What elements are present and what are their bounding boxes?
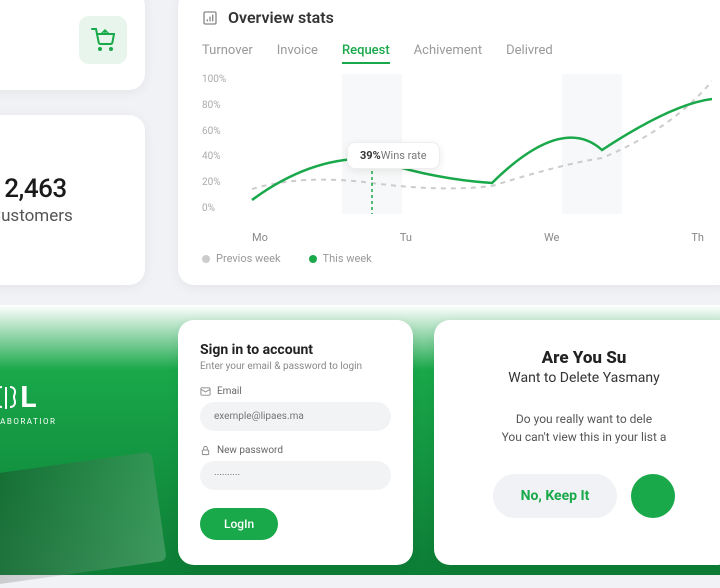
login-card: Sign in to account Enter your email & pa… (178, 320, 413, 565)
stat-card-total: 12,46 Total o (0, 0, 145, 90)
y-tick: 40% (202, 151, 226, 162)
x-tick: Tu (400, 231, 412, 244)
brand-area: H L TEM LABORATIOR (0, 380, 160, 426)
tab-invoice[interactable]: Invoice (277, 43, 318, 64)
dot-icon (309, 255, 317, 263)
chart-tooltip: 39%Wins rate (347, 142, 440, 169)
email-label: Email (217, 386, 242, 397)
password-field[interactable] (200, 461, 391, 490)
delete-subtitle: Want to Delete Yasmany (456, 370, 712, 386)
tab-turnover[interactable]: Turnover (202, 43, 253, 64)
x-axis: Mo Tu We Th (242, 231, 714, 244)
login-subtitle: Enter your email & password to login (200, 361, 391, 372)
lock-icon (200, 445, 211, 456)
y-tick: 60% (202, 126, 226, 137)
brain-icon (0, 383, 18, 413)
tab-achivement[interactable]: Achivement (414, 43, 482, 64)
x-tick: We (544, 231, 559, 244)
keep-button[interactable]: No, Keep It (493, 474, 618, 518)
legend-prev: Previos week (202, 252, 281, 265)
dot-icon (202, 255, 210, 263)
password-label-row: New password (200, 445, 391, 456)
stats-icon (202, 10, 218, 26)
customers-label: Customers (0, 206, 73, 226)
legend-prev-label: Previos week (216, 252, 281, 265)
x-tick: Mo (252, 231, 268, 244)
delete-body-line: Do you really want to dele (456, 410, 712, 428)
y-tick: 0% (202, 203, 226, 214)
tab-delivred[interactable]: Delivred (506, 43, 553, 64)
tab-request[interactable]: Request (342, 43, 390, 64)
chart-tabs: Turnover Invoice Request Achivement Deli… (202, 43, 714, 64)
delete-title: Are You Su (456, 348, 712, 368)
password-label: New password (217, 445, 283, 456)
login-title: Sign in to account (200, 342, 391, 358)
overview-title: Overview stats (228, 8, 334, 27)
cart-icon (79, 16, 127, 64)
legend-this-label: This week (323, 252, 372, 265)
login-button[interactable]: LogIn (200, 508, 278, 540)
brand-logo: H L (0, 380, 160, 415)
overview-title-row: Overview stats (202, 8, 714, 27)
delete-actions: No, Keep It (456, 474, 712, 518)
delete-button[interactable] (631, 474, 675, 518)
chart-area: 100% 80% 60% 40% 20% 0% 39%Wins rate Mo … (202, 74, 714, 244)
delete-body: Do you really want to dele You can't vie… (456, 410, 712, 446)
brand-tagline: TEM LABORATIOR (0, 417, 160, 426)
delete-body-line: You can't view this in your list a (456, 428, 712, 446)
chart-legend: Previos week This week (202, 252, 714, 265)
y-tick: 20% (202, 177, 226, 188)
customers-value: 12,463 (0, 174, 67, 204)
stat-card-customers: 12,463 Customers (0, 115, 145, 285)
tooltip-value: 39% (360, 149, 381, 162)
tooltip-label: Wins rate (381, 149, 427, 162)
delete-confirm-card: Are You Su Want to Delete Yasmany Do you… (434, 320, 720, 565)
overview-stats-card: Overview stats Turnover Invoice Request … (178, 0, 720, 285)
chart-svg (242, 74, 712, 214)
x-tick: Th (691, 231, 704, 244)
y-axis: 100% 80% 60% 40% 20% 0% (202, 74, 226, 214)
email-field[interactable] (200, 402, 391, 431)
email-label-row: Email (200, 386, 391, 397)
y-tick: 100% (202, 74, 226, 85)
legend-this: This week (309, 252, 372, 265)
mail-icon (200, 386, 211, 397)
y-tick: 80% (202, 100, 226, 111)
